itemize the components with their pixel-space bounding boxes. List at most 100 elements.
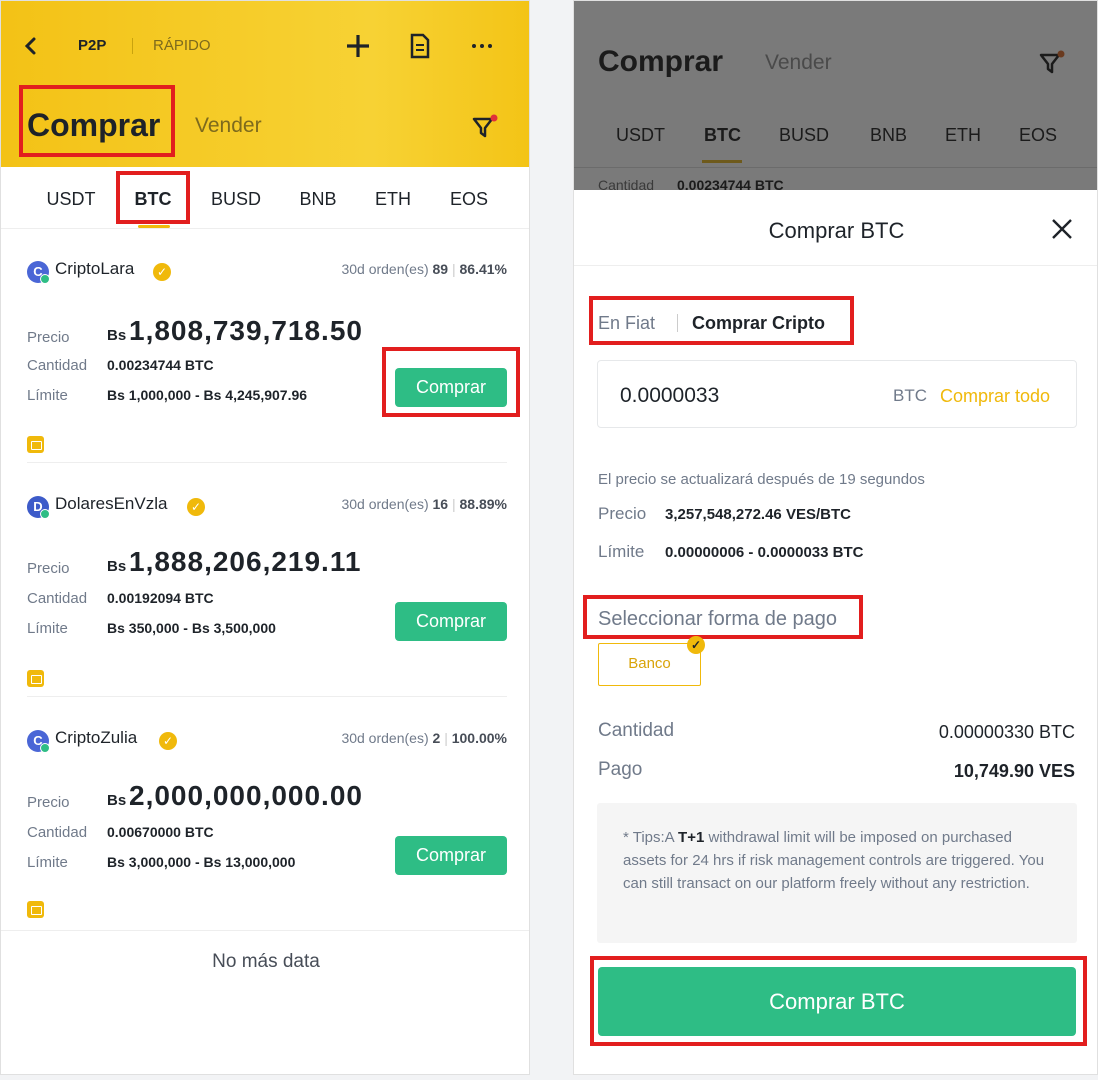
avatar: C [27, 261, 50, 284]
bg-tab-eos: EOS [1019, 125, 1058, 145]
buy-order-panel: Comprar Vender USDT BTC BUSD BNB ETH EOS… [573, 0, 1098, 1075]
nav-divider [132, 38, 133, 54]
limit-label: Límite [598, 542, 645, 561]
offer-card: C CriptoZulia ✓ 30d orden(es) 2 | 100.00… [27, 728, 507, 930]
divider [27, 696, 507, 697]
mode-tab-fiat[interactable]: En Fiat [598, 313, 655, 334]
active-tab-underline [138, 225, 170, 228]
amount-label: Cantidad [27, 357, 88, 374]
price-currency: Bs [107, 792, 127, 809]
buy-sheet: Comprar BTC En Fiat Comprar Cripto 0.000… [574, 190, 1097, 1074]
limit-value: 0.00000006 - 0.0000033 BTC [665, 544, 864, 561]
bank-transfer-icon [27, 670, 44, 687]
price-label: Precio [27, 794, 70, 811]
sheet-title: Comprar BTC [768, 218, 905, 243]
filter-icon[interactable] [471, 113, 499, 141]
merchant-name[interactable]: DolaresEnVzla [55, 494, 167, 514]
buy-all-button[interactable]: Comprar todo [940, 386, 1050, 407]
tab-rapido[interactable]: RÁPIDO [153, 37, 211, 54]
bg-filter-icon [1039, 50, 1065, 74]
merchant-name[interactable]: CriptoZulia [55, 728, 137, 748]
bg-sell-tab: Vender [765, 51, 832, 74]
amount-unit: BTC [893, 386, 927, 405]
quantity-value: 0.00000330 BTC [938, 722, 1075, 742]
amount-input-value[interactable]: 0.0000033 [620, 384, 719, 408]
avatar: C [27, 730, 50, 753]
price-value: 1,808,739,718.50 [129, 315, 363, 346]
buy-button[interactable]: Comprar [395, 836, 507, 875]
tab-busd[interactable]: BUSD [211, 189, 261, 210]
tab-eth[interactable]: ETH [375, 189, 411, 210]
amount-label: Cantidad [27, 590, 88, 607]
mode-divider [677, 314, 678, 332]
bg-tab-busd: BUSD [779, 125, 830, 145]
tab-eos[interactable]: EOS [450, 189, 488, 210]
amount-label: Cantidad [27, 824, 88, 841]
bg-tab-btc: BTC [704, 125, 741, 145]
more-icon[interactable] [471, 41, 493, 51]
merchant-name[interactable]: CriptoLara [55, 259, 134, 279]
dimmed-background: Comprar Vender USDT BTC BUSD BNB ETH EOS… [574, 1, 1097, 193]
plus-icon[interactable] [345, 33, 371, 59]
divider [27, 462, 507, 463]
price-refresh-note: El precio se actualizará después de 19 s… [598, 471, 925, 488]
limit-label: Límite [27, 854, 68, 871]
merchant-stats: 30d orden(es) 2 | 100.00% [341, 730, 507, 746]
p2p-header: P2P RÁPIDO Comprar Vender [1, 1, 529, 167]
limit-value: Bs 350,000 - Bs 3,500,000 [107, 620, 276, 636]
limit-label: Límite [27, 387, 68, 404]
sheet-header-divider [574, 265, 1097, 266]
buy-button[interactable]: Comprar [395, 368, 507, 407]
verified-badge-icon: ✓ [187, 498, 205, 516]
price-currency: Bs [107, 327, 127, 344]
bg-tab-usdt: USDT [616, 125, 665, 145]
tab-btc[interactable]: BTC [135, 189, 172, 210]
price-currency: Bs [107, 558, 127, 575]
p2p-offers-panel: P2P RÁPIDO Comprar Vender USDT BTC BUSD … [0, 0, 530, 1075]
price-value: 3,257,548,272.46 VES/BTC [665, 506, 851, 523]
tab-p2p[interactable]: P2P [78, 37, 106, 54]
price-value: 2,000,000,000.00 [129, 780, 363, 811]
document-icon[interactable] [409, 33, 431, 59]
offer-card: C CriptoLara ✓ 30d orden(es) 89 | 86.41%… [27, 259, 507, 461]
verified-badge-icon: ✓ [159, 732, 177, 750]
merchant-stats: 30d orden(es) 89 | 86.41% [341, 261, 507, 277]
price-value: 1,888,206,219.11 [129, 546, 362, 577]
end-of-list-text: No más data [212, 951, 320, 972]
sell-mode-tab[interactable]: Vender [195, 114, 262, 138]
amount-value: 0.00670000 BTC [107, 824, 214, 840]
bank-transfer-icon [27, 436, 44, 453]
back-arrow-icon[interactable] [19, 29, 43, 63]
bank-transfer-icon [27, 901, 44, 918]
verified-badge-icon: ✓ [153, 263, 171, 281]
buy-mode-tab[interactable]: Comprar [27, 107, 160, 144]
limit-value: Bs 3,000,000 - Bs 13,000,000 [107, 854, 296, 870]
amount-input-field[interactable]: 0.0000033 BTC Comprar todo [597, 360, 1077, 428]
limit-label: Límite [27, 620, 68, 637]
payment-label: Pago [598, 759, 643, 780]
payment-value: 10,749.90 VES [953, 761, 1075, 781]
bg-divider [574, 167, 1097, 168]
divider [1, 930, 529, 931]
price-label: Precio [598, 504, 647, 523]
bg-tab-bnb: BNB [870, 125, 908, 145]
close-icon[interactable] [1050, 217, 1074, 241]
bg-buy-tab: Comprar [598, 45, 724, 78]
limit-value: Bs 1,000,000 - Bs 4,245,907.96 [107, 387, 308, 403]
tab-usdt[interactable]: USDT [47, 189, 96, 210]
offer-card: D DolaresEnVzla ✓ 30d orden(es) 16 | 88.… [27, 494, 507, 696]
bg-tab-eth: ETH [945, 125, 981, 145]
price-label: Precio [27, 329, 70, 346]
payment-method-title: Seleccionar forma de pago [598, 608, 838, 630]
submit-buy-button[interactable]: Comprar BTC [598, 967, 1076, 1036]
quantity-label: Cantidad [598, 720, 675, 741]
asset-tabs: USDT BTC BUSD BNB ETH EOS [1, 181, 529, 229]
tab-bnb[interactable]: BNB [299, 189, 336, 210]
tips-box: * Tips:A T+1 withdrawal limit will be im… [597, 803, 1077, 943]
mode-tab-crypto[interactable]: Comprar Cripto [692, 313, 825, 334]
buy-button[interactable]: Comprar [395, 602, 507, 641]
bg-tab-underline [702, 160, 742, 163]
amount-value: 0.00234744 BTC [107, 357, 214, 373]
payment-option-bank[interactable]: Banco [598, 643, 701, 686]
merchant-stats: 30d orden(es) 16 | 88.89% [341, 496, 507, 512]
